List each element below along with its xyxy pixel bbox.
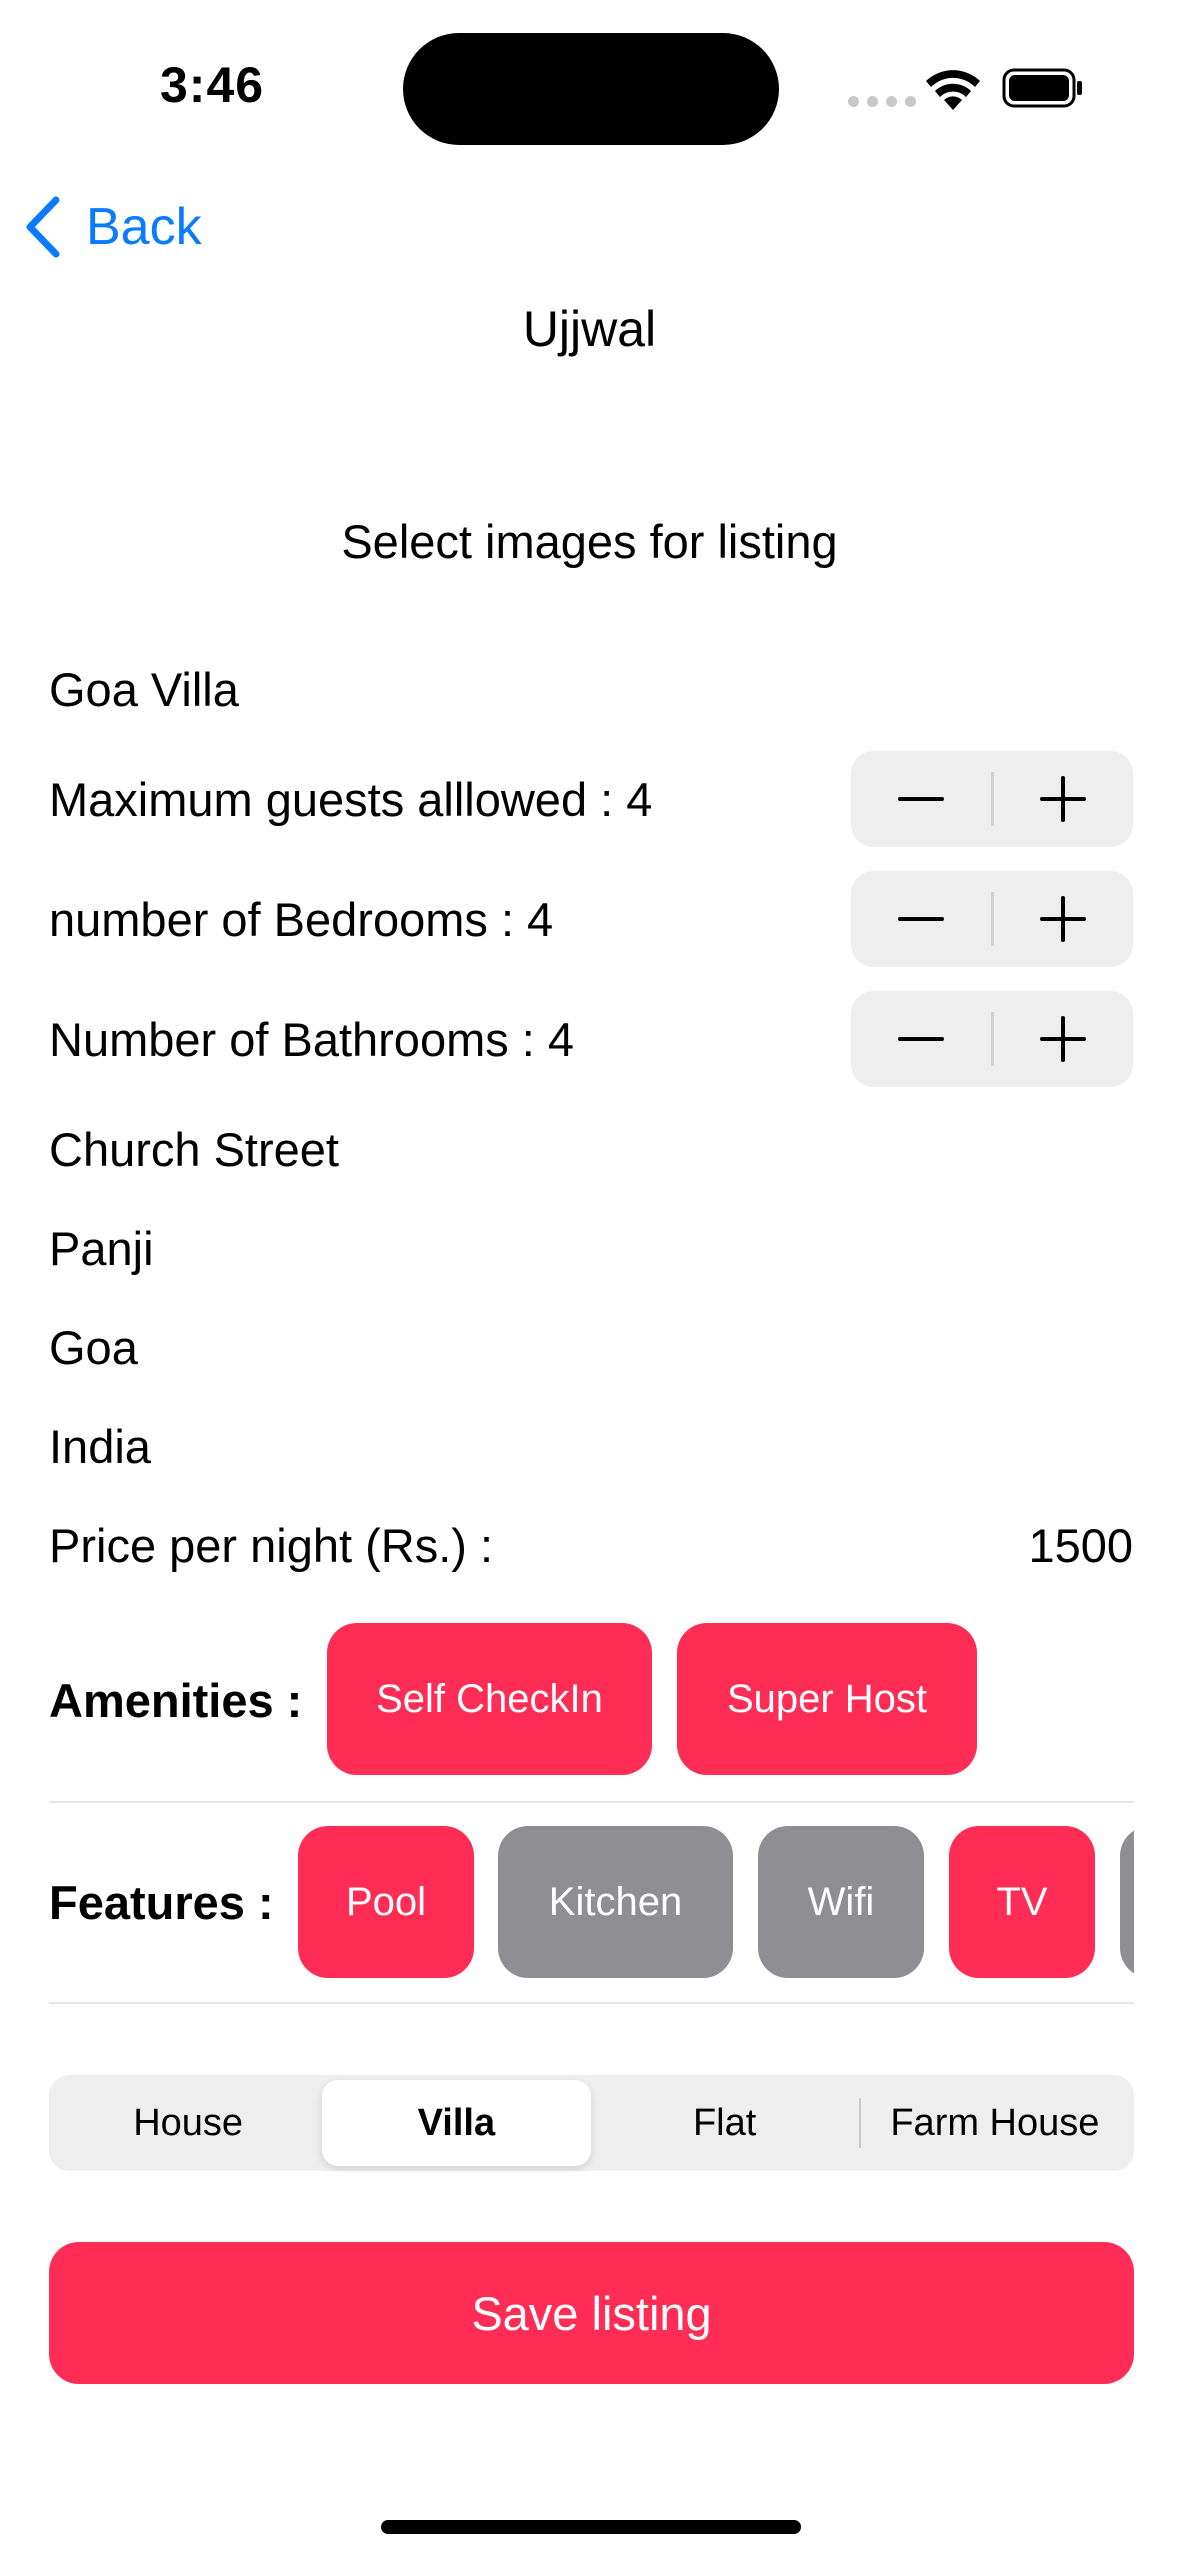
guests-increment-button[interactable]: [994, 751, 1134, 847]
feature-chip-kitchen[interactable]: Kitchen: [498, 1826, 733, 1978]
minus-icon: [897, 1037, 944, 1041]
guests-stepper: [851, 751, 1133, 847]
back-button[interactable]: Back: [24, 196, 202, 258]
amenity-chip-self-checkin[interactable]: Self CheckIn: [327, 1623, 652, 1775]
street-text: Church Street: [49, 1123, 339, 1176]
save-listing-button[interactable]: Save listing: [49, 2242, 1134, 2384]
bathrooms-stepper: [851, 991, 1133, 1087]
property-type-segmented-control: House Villa Flat Farm House: [49, 2075, 1134, 2171]
back-label: Back: [86, 198, 202, 256]
price-label: Price per night (Rs.) :: [49, 1519, 494, 1572]
bathrooms-label: Number of Bathrooms : 4: [49, 1013, 575, 1066]
bedrooms-increment-button[interactable]: [994, 871, 1134, 967]
amenities-label: Amenities :: [49, 1674, 303, 1727]
feature-chip-pool[interactable]: Pool: [298, 1826, 474, 1978]
segment-villa[interactable]: Villa: [322, 2080, 591, 2166]
amenity-chip-super-host[interactable]: Super Host: [677, 1623, 977, 1775]
bathrooms-increment-button[interactable]: [994, 991, 1134, 1087]
dynamic-island: [403, 33, 779, 145]
status-time: 3:46: [160, 57, 265, 113]
guests-label: Maximum guests alllowed : 4: [49, 773, 653, 826]
plus-icon: [1040, 776, 1087, 822]
feature-chip-tv[interactable]: TV: [949, 1826, 1095, 1978]
features-label: Features :: [49, 1876, 274, 1929]
bathrooms-decrement-button[interactable]: [851, 991, 991, 1087]
select-images-button[interactable]: Select images for listing: [0, 514, 1179, 569]
segment-house[interactable]: House: [54, 2080, 322, 2166]
bedrooms-decrement-button[interactable]: [851, 871, 991, 967]
bedrooms-label: number of Bedrooms : 4: [49, 893, 554, 946]
segment-farm-house[interactable]: Farm House: [861, 2080, 1129, 2166]
plus-icon: [1040, 1016, 1087, 1062]
feature-chip-wifi[interactable]: Wifi: [758, 1826, 924, 1978]
divider: [49, 1801, 1134, 1803]
battery-icon: [1002, 68, 1082, 108]
cellular-signal-icon: [848, 96, 916, 107]
segment-flat[interactable]: Flat: [591, 2080, 859, 2166]
price-value: 1500: [1028, 1519, 1133, 1572]
city-text: Panji: [49, 1222, 154, 1275]
page-title: Ujjwal: [522, 301, 657, 357]
bedrooms-stepper: [851, 871, 1133, 967]
divider: [49, 2002, 1134, 2004]
listing-name: Goa Villa: [49, 663, 239, 716]
minus-icon: [897, 797, 944, 801]
country-text: India: [49, 1420, 151, 1473]
minus-icon: [897, 917, 944, 921]
feature-chip-partial[interactable]: [1120, 1826, 1134, 1978]
wifi-icon: [926, 70, 980, 110]
home-indicator: [381, 2520, 801, 2534]
state-text: Goa: [49, 1321, 138, 1374]
features-scroll[interactable]: Pool Kitchen Wifi TV: [298, 1826, 1134, 1978]
guests-decrement-button[interactable]: [851, 751, 991, 847]
plus-icon: [1040, 896, 1087, 942]
chevron-left-icon: [26, 196, 60, 258]
